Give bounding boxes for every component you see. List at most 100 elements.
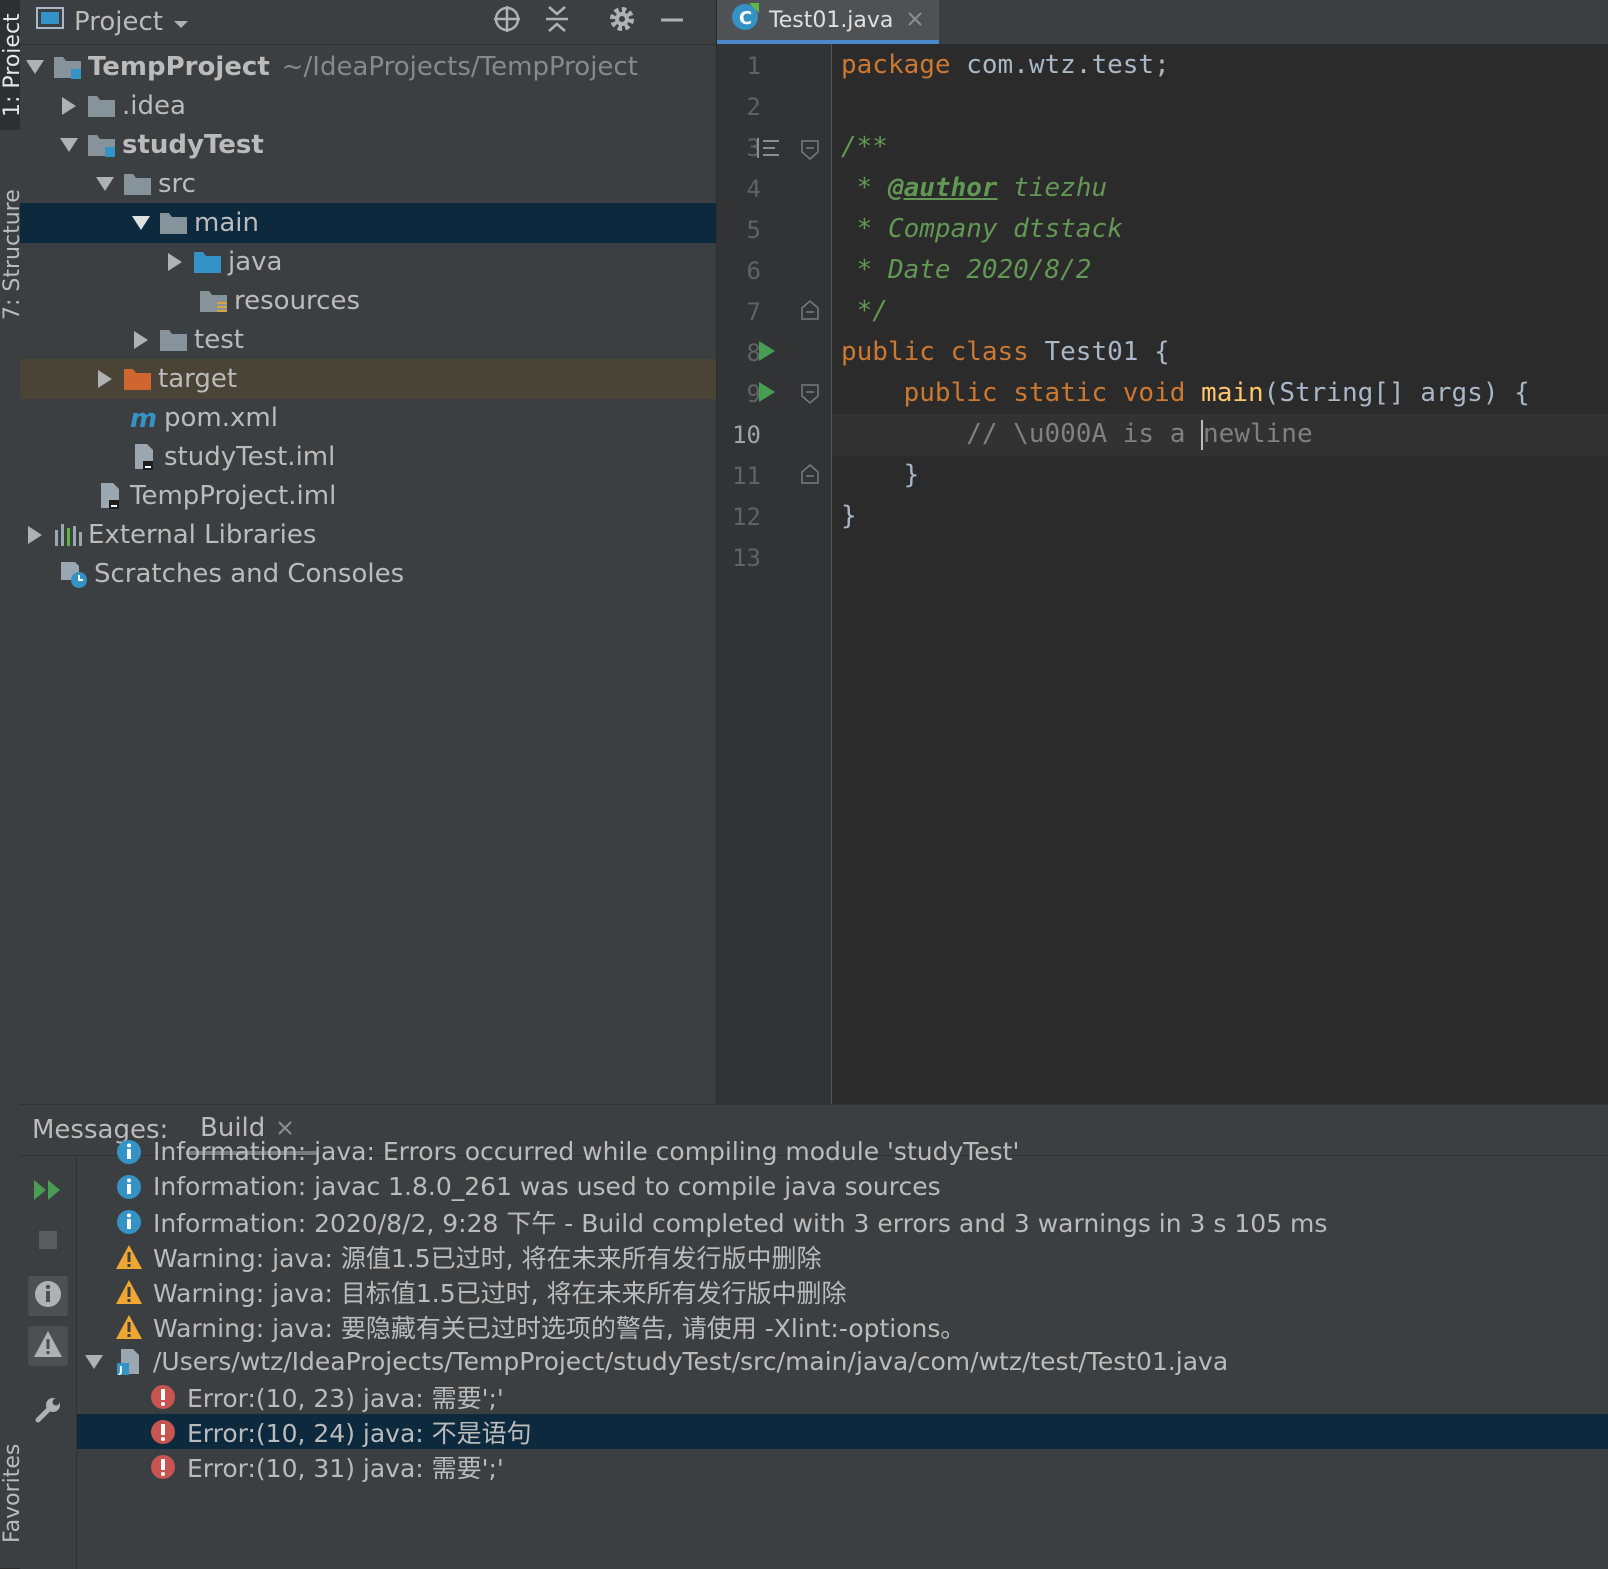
tree-item-label: studyTest.iml [164,442,336,472]
message-row[interactable]: Information: javac 1.8.0_261 was used to… [77,1169,1608,1204]
line-number: 12 [732,503,761,531]
gear-icon [607,4,637,38]
message-file-row[interactable]: J /Users/wtz/IdeaProjects/TempProject/st… [77,1344,1608,1379]
expanded-arrow-icon[interactable] [83,1351,105,1373]
render-doc-icon[interactable] [755,136,781,164]
unfold-end-icon[interactable] [801,300,819,324]
code-keyword: public class [841,337,1029,367]
tree-item-idea[interactable]: .idea [20,86,716,126]
folder-icon [158,326,190,354]
error-row[interactable]: Error:(10, 23) java: 需要';' [77,1379,1608,1414]
maven-icon: m [128,404,160,432]
code-editor[interactable]: 1 2 3 4 5 6 7 8 9 10 11 12 13 package co… [717,44,1608,1104]
tree-item-scratches[interactable]: Scratches and Consoles [20,554,716,594]
settings-button[interactable] [605,4,639,38]
svg-text:J: J [118,1365,123,1376]
structure-tool-tab[interactable]: 7: Structure [0,180,20,330]
toggle-warnings-button[interactable] [28,1326,68,1366]
tree-item-target[interactable]: target [20,359,716,399]
libraries-icon [52,521,84,549]
stop-icon [37,1229,59,1255]
project-view-selector[interactable]: Project [36,0,189,44]
collapsed-arrow-icon[interactable] [164,251,186,273]
rerun-button[interactable] [28,1172,68,1212]
error-row[interactable]: Error:(10, 31) java: 需要';' [77,1449,1608,1484]
tree-item-pom[interactable]: m pom.xml [20,398,716,438]
tree-item-tempproject[interactable]: TempProject ~/IdeaProjects/TempProject [20,47,716,87]
expanded-arrow-icon[interactable] [24,56,46,78]
tree-item-studytest-iml[interactable]: studyTest.iml [20,437,716,477]
expanded-arrow-icon[interactable] [94,173,116,195]
message-row[interactable]: Information: 2020/8/2, 9:28 下午 - Build c… [77,1204,1608,1239]
code-doc-tag: @author [887,173,998,203]
tree-item-studytest[interactable]: studyTest [20,125,716,165]
error-icon [149,1418,177,1446]
expanded-arrow-icon[interactable] [58,134,80,156]
tab-test01-java[interactable]: C Test01.java [717,0,939,44]
hide-panel-button[interactable] [655,4,689,38]
warning-icon [33,1330,63,1362]
tree-item-label: .idea [122,91,186,121]
tree-item-resources[interactable]: resources [20,281,716,321]
expanded-arrow-icon[interactable] [130,212,152,234]
code-text: com.wtz.test; [950,50,1170,80]
line-number: 9 [746,380,761,408]
code-line-1: package com.wtz.test; [841,44,1170,86]
close-icon[interactable] [907,8,923,33]
left-tool-strip: 1: Project 7: Structure Favorites [0,0,21,1568]
code-line-9: public static void main(String[] args) { [841,372,1530,414]
message-text: /Users/wtz/IdeaProjects/TempProject/stud… [153,1347,1229,1376]
iml-file-icon [128,443,160,471]
scratches-icon [58,560,90,588]
collapsed-arrow-icon[interactable] [24,524,46,546]
locate-file-button[interactable] [490,4,524,38]
run-class-icon[interactable] [757,340,777,366]
message-text: Information: java: Errors occurred while… [153,1137,1020,1166]
code-text: Test01 { [1028,337,1170,367]
message-text: Error:(10, 24) java: 不是语句 [187,1418,532,1448]
line-number: 13 [732,544,761,572]
info-icon [115,1138,143,1166]
tree-item-java[interactable]: java [20,242,716,282]
settings-wrench-button[interactable] [28,1392,68,1432]
message-row[interactable]: Information: java: Errors occurred while… [77,1134,1608,1169]
fold-icon[interactable] [801,384,819,408]
collapse-all-button[interactable] [540,4,574,38]
favorites-tool-tab[interactable]: Favorites [0,1418,20,1568]
line-number: 4 [746,175,761,203]
tree-item-main[interactable]: main [20,203,716,243]
unfold-end-icon[interactable] [801,464,819,488]
tree-item-external-libraries[interactable]: External Libraries [20,515,716,555]
code-doc: * [841,173,888,203]
editor-gutter: 1 2 3 4 5 6 7 8 9 10 11 12 13 [717,44,832,1104]
message-row[interactable]: Warning: java: 源值1.5已过时, 将在未来所有发行版中删除 [77,1239,1608,1274]
java-class-icon: C [731,3,759,37]
module-folder-icon [86,131,118,159]
collapsed-arrow-icon[interactable] [94,368,116,390]
fold-icon[interactable] [801,140,819,164]
error-row-selected[interactable]: Error:(10, 24) java: 不是语句 [77,1414,1608,1449]
message-row[interactable]: Warning: java: 要隐藏有关已过时选项的警告, 请使用 -Xlint… [77,1309,1608,1344]
tree-item-label: src [158,169,196,199]
message-row[interactable]: Warning: java: 目标值1.5已过时, 将在未来所有发行版中删除 [77,1274,1608,1309]
tree-item-label: test [194,325,244,355]
folder-icon [158,209,190,237]
tree-item-tempproject-iml[interactable]: TempProject.iml [20,476,716,516]
code-line-12: } [841,501,857,531]
code-text: (String[] args) { [1263,378,1530,408]
collapsed-arrow-icon[interactable] [130,329,152,351]
toggle-info-button[interactable] [28,1276,68,1316]
line-number: 7 [746,298,761,326]
run-method-icon[interactable] [757,381,777,407]
rerun-icon [33,1179,63,1205]
stop-button[interactable] [28,1222,68,1262]
line-number: 8 [746,339,761,367]
message-text: Warning: java: 源值1.5已过时, 将在未来所有发行版中删除 [153,1243,822,1273]
warning-icon [115,1243,143,1271]
tree-item-src[interactable]: src [20,164,716,204]
project-tool-tab[interactable]: 1: Project [0,0,20,130]
collapsed-arrow-icon[interactable] [58,95,80,117]
folder-icon [122,170,154,198]
tree-item-test[interactable]: test [20,320,716,360]
